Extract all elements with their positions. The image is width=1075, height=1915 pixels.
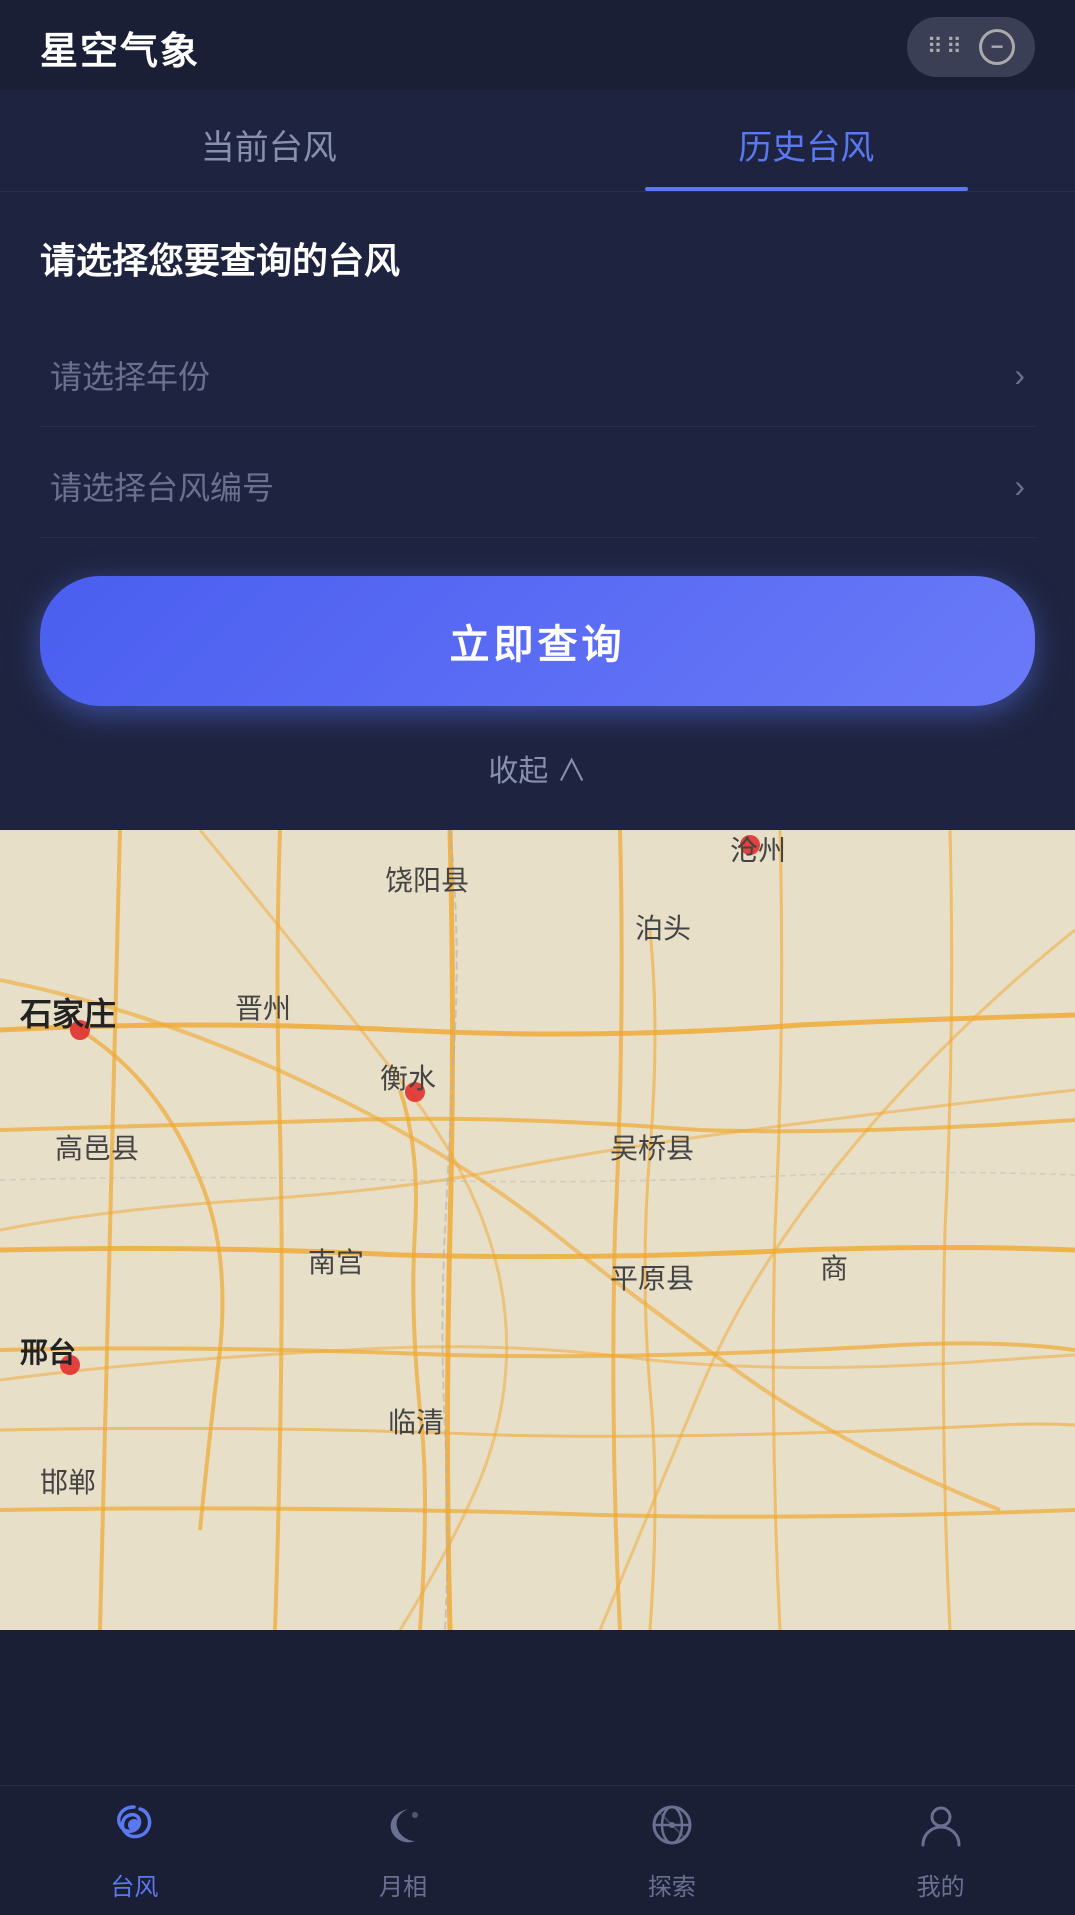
- moon-icon: [377, 1799, 429, 1859]
- nav-label-typhoon: 台风: [110, 1867, 158, 1902]
- nav-item-typhoon[interactable]: 台风: [0, 1799, 269, 1902]
- map-svg: 石家庄 晋州 饶阳县 泊头 衡水 高邑县 吴桥县 南宫 平原县 邢台 临清 邯郸…: [0, 830, 1075, 1630]
- nav-label-mine: 我的: [917, 1867, 965, 1902]
- bottom-nav: 台风 月相 探索: [0, 1785, 1075, 1915]
- year-select-label: 请选择年份: [50, 352, 210, 398]
- tab-history-typhoon[interactable]: 历史台风: [538, 90, 1075, 191]
- tab-current-typhoon[interactable]: 当前台风: [0, 90, 538, 191]
- svg-text:晋州: 晋州: [235, 993, 291, 1024]
- svg-text:商: 商: [820, 1253, 848, 1284]
- svg-text:临清: 临清: [388, 1407, 444, 1438]
- svg-text:沧州: 沧州: [730, 835, 786, 866]
- number-select-label: 请选择台风编号: [50, 463, 274, 509]
- panel-title: 请选择您要查询的台风: [40, 232, 1035, 284]
- collapse-row[interactable]: 收起 ∧: [40, 736, 1035, 800]
- header-control-group[interactable]: ⠿⠿ −: [907, 17, 1035, 77]
- app-header: 星空气象 ⠿⠿ −: [0, 0, 1075, 90]
- nav-item-mine[interactable]: 我的: [806, 1799, 1075, 1902]
- number-select-row[interactable]: 请选择台风编号 ›: [40, 435, 1035, 538]
- svg-text:邢台: 邢台: [20, 1336, 76, 1368]
- explore-icon: [646, 1799, 698, 1859]
- svg-text:南宫: 南宫: [308, 1247, 364, 1278]
- svg-text:泊头: 泊头: [635, 913, 691, 944]
- year-select-row[interactable]: 请选择年份 ›: [40, 324, 1035, 427]
- typhoon-icon: [108, 1799, 160, 1859]
- svg-text:邯郸: 邯郸: [40, 1467, 96, 1498]
- svg-text:石家庄: 石家庄: [19, 996, 116, 1032]
- query-button[interactable]: 立即查询: [40, 576, 1035, 706]
- search-panel: 请选择您要查询的台风 请选择年份 › 请选择台风编号 › 立即查询 收起 ∧: [0, 192, 1075, 830]
- number-chevron-icon: ›: [1014, 468, 1025, 505]
- nav-label-moon: 月相: [379, 1867, 427, 1902]
- nav-item-explore[interactable]: 探索: [538, 1799, 807, 1902]
- tabs-bar: 当前台风 历史台风: [0, 90, 1075, 192]
- user-icon: [915, 1799, 967, 1859]
- svg-text:吴桥县: 吴桥县: [610, 1133, 694, 1164]
- app-title: 星空气象: [40, 20, 200, 75]
- map-area[interactable]: 石家庄 晋州 饶阳县 泊头 衡水 高邑县 吴桥县 南宫 平原县 邢台 临清 邯郸…: [0, 830, 1075, 1630]
- nav-item-moon[interactable]: 月相: [269, 1799, 538, 1902]
- dots-icon: ⠿⠿: [927, 34, 965, 60]
- minus-icon[interactable]: −: [979, 29, 1015, 65]
- svg-text:高邑县: 高邑县: [55, 1133, 139, 1164]
- year-chevron-icon: ›: [1014, 357, 1025, 394]
- svg-text:饶阳县: 饶阳县: [385, 865, 469, 896]
- nav-label-explore: 探索: [648, 1867, 696, 1902]
- svg-text:平原县: 平原县: [610, 1263, 694, 1294]
- svg-text:衡水: 衡水: [380, 1063, 436, 1094]
